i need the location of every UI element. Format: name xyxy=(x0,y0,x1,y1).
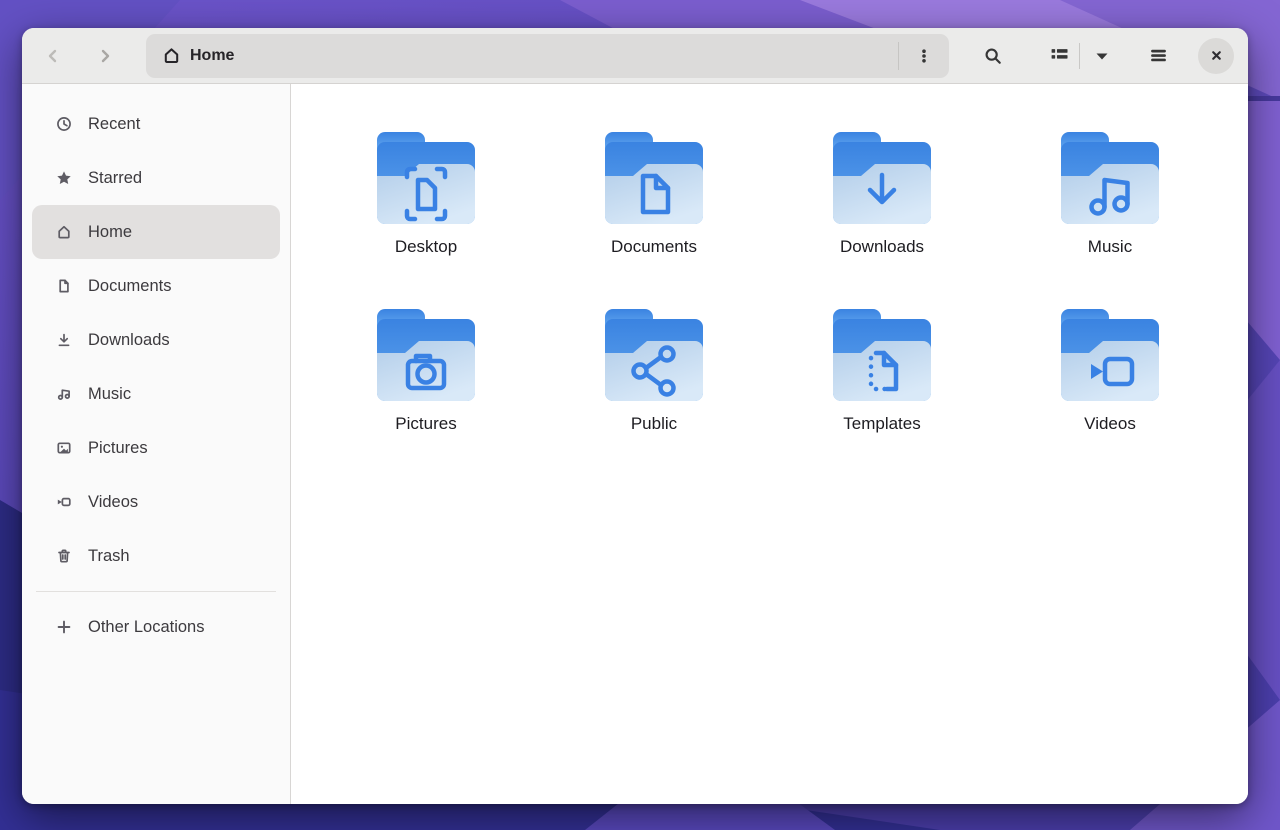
document-icon xyxy=(56,278,72,294)
back-button[interactable] xyxy=(36,39,70,73)
folder-icon xyxy=(829,130,935,228)
view-separator xyxy=(1079,43,1080,69)
window-body: Recent Starred Home Documents Downloads … xyxy=(22,84,1248,804)
header-bar: Home xyxy=(22,28,1248,84)
folder-documents[interactable]: Documents xyxy=(540,130,768,307)
clock-icon xyxy=(56,116,72,132)
folder-desktop[interactable]: Desktop xyxy=(312,130,540,307)
sidebar: Recent Starred Home Documents Downloads … xyxy=(22,84,291,804)
sidebar-item-label: Music xyxy=(88,385,131,404)
plus-icon xyxy=(56,619,72,635)
list-view-button[interactable] xyxy=(1041,38,1077,74)
folder-public[interactable]: Public xyxy=(540,307,768,484)
close-icon xyxy=(1209,48,1224,63)
folder-name: Pictures xyxy=(395,414,456,434)
sidebar-item-label: Home xyxy=(88,223,132,242)
folder-pictures[interactable]: Pictures xyxy=(312,307,540,484)
file-manager-window: Home xyxy=(22,28,1248,804)
folder-grid: Desktop Documents Downloads Music Pictur… xyxy=(312,130,1248,484)
sidebar-item-other-locations[interactable]: Other Locations xyxy=(32,600,280,654)
sidebar-other-locations-slot: Other Locations xyxy=(32,600,280,654)
home-icon xyxy=(162,46,181,65)
sidebar-item-home[interactable]: Home xyxy=(32,205,280,259)
sidebar-item-label: Starred xyxy=(88,169,142,188)
path-bar[interactable]: Home xyxy=(146,34,949,78)
sidebar-item-label: Other Locations xyxy=(88,618,204,637)
folder-downloads[interactable]: Downloads xyxy=(768,130,996,307)
sidebar-list: Recent Starred Home Documents Downloads … xyxy=(32,97,280,583)
folder-name: Videos xyxy=(1084,414,1136,434)
path-menu-button[interactable] xyxy=(899,34,949,78)
folder-icon xyxy=(829,307,935,405)
kebab-menu-icon xyxy=(916,48,932,64)
sidebar-item-recent[interactable]: Recent xyxy=(32,97,280,151)
search-button[interactable] xyxy=(975,38,1011,74)
list-view-icon xyxy=(1050,46,1069,65)
content-area: Desktop Documents Downloads Music Pictur… xyxy=(291,84,1248,804)
home-icon xyxy=(56,224,72,240)
folder-icon xyxy=(373,130,479,228)
folder-templates[interactable]: Templates xyxy=(768,307,996,484)
sidebar-item-trash[interactable]: Trash xyxy=(32,529,280,583)
search-icon xyxy=(984,47,1002,65)
folder-name: Public xyxy=(631,414,677,434)
sidebar-item-documents[interactable]: Documents xyxy=(32,259,280,313)
close-button[interactable] xyxy=(1198,38,1234,74)
hamburger-menu-icon xyxy=(1149,46,1168,65)
sidebar-item-label: Videos xyxy=(88,493,138,512)
video-icon xyxy=(56,494,72,510)
folder-name: Downloads xyxy=(840,237,924,257)
sidebar-item-label: Downloads xyxy=(88,331,170,350)
folder-music[interactable]: Music xyxy=(996,130,1224,307)
sidebar-item-downloads[interactable]: Downloads xyxy=(32,313,280,367)
forward-button[interactable] xyxy=(88,39,122,73)
path-label: Home xyxy=(190,47,234,65)
folder-icon xyxy=(373,307,479,405)
music-icon xyxy=(56,386,72,402)
sidebar-separator xyxy=(36,591,276,592)
folder-name: Documents xyxy=(611,237,697,257)
chevron-down-triangle-icon xyxy=(1094,48,1110,64)
folder-icon xyxy=(601,307,707,405)
view-switcher xyxy=(1027,38,1120,74)
chevron-left-icon xyxy=(45,48,61,64)
sidebar-item-label: Trash xyxy=(88,547,130,566)
folder-name: Music xyxy=(1088,237,1132,257)
trash-icon xyxy=(56,548,72,564)
folder-icon xyxy=(1057,307,1163,405)
folder-icon xyxy=(601,130,707,228)
folder-name: Desktop xyxy=(395,237,457,257)
image-icon xyxy=(56,440,72,456)
sidebar-item-pictures[interactable]: Pictures xyxy=(32,421,280,475)
folder-icon xyxy=(1057,130,1163,228)
download-icon xyxy=(56,332,72,348)
folder-name: Templates xyxy=(843,414,920,434)
view-options-dropdown-button[interactable] xyxy=(1084,38,1120,74)
folder-videos[interactable]: Videos xyxy=(996,307,1224,484)
main-menu-button[interactable] xyxy=(1140,38,1176,74)
sidebar-item-label: Recent xyxy=(88,115,140,134)
sidebar-item-videos[interactable]: Videos xyxy=(32,475,280,529)
sidebar-item-music[interactable]: Music xyxy=(32,367,280,421)
chevron-right-icon xyxy=(97,48,113,64)
sidebar-item-label: Documents xyxy=(88,277,171,296)
sidebar-item-starred[interactable]: Starred xyxy=(32,151,280,205)
star-icon xyxy=(56,170,72,186)
sidebar-item-label: Pictures xyxy=(88,439,148,458)
